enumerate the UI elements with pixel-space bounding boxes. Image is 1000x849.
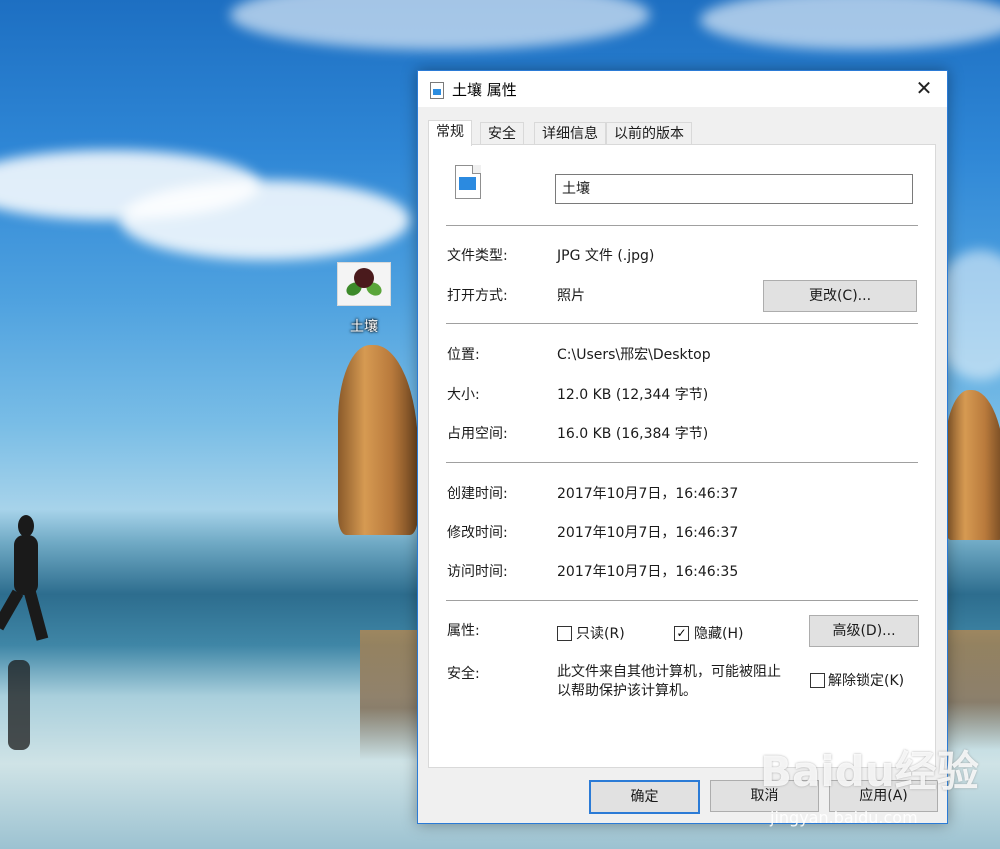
- hidden-checkbox[interactable]: ✓: [674, 626, 689, 641]
- location-label: 位置:: [447, 347, 480, 363]
- runner-reflection: [8, 660, 30, 750]
- rock-formation: [338, 345, 418, 535]
- title-bar[interactable]: 土壤 属性 ✕: [418, 71, 947, 107]
- readonly-label[interactable]: 只读(R): [576, 623, 625, 643]
- general-tab-panel: 土壤 文件类型: JPG 文件 (.jpg) 打开方式: 照片 更改(C)...…: [428, 144, 936, 768]
- security-message-line: 以帮助保护该计算机。: [557, 683, 697, 699]
- desktop-file-icon[interactable]: 土壤: [333, 262, 395, 336]
- accessed-value: 2017年10月7日，16:46:35: [557, 564, 739, 580]
- size-label: 大小:: [447, 387, 480, 403]
- image-thumbnail-icon: [337, 262, 391, 306]
- location-value: C:\Users\邢宏\Desktop: [557, 347, 711, 363]
- opens-with-label: 打开方式:: [447, 288, 508, 304]
- divider: [446, 462, 918, 463]
- unblock-checkbox[interactable]: [810, 673, 825, 688]
- runner-leg: [23, 589, 49, 641]
- tab-details[interactable]: 详细信息: [534, 122, 606, 145]
- divider: [446, 225, 918, 226]
- security-message-line: 此文件来自其他计算机，可能被阻止: [557, 664, 781, 680]
- divider: [446, 323, 918, 324]
- runner-head: [18, 515, 34, 537]
- divider: [446, 600, 918, 601]
- cloud: [230, 0, 650, 50]
- tab-security[interactable]: 安全: [480, 122, 524, 145]
- rock-reflection: [360, 630, 418, 760]
- cloud: [120, 180, 410, 260]
- runner-leg: [0, 589, 24, 631]
- dialog-title: 土壤 属性: [452, 81, 517, 99]
- file-name-input[interactable]: 土壤: [555, 174, 913, 204]
- hidden-label[interactable]: 隐藏(H): [694, 623, 743, 643]
- close-button[interactable]: ✕: [901, 71, 947, 107]
- watermark-url: jingyan.baidu.com: [770, 808, 918, 827]
- size-on-disk-label: 占用空间:: [447, 426, 508, 442]
- opens-with-value: 照片: [557, 288, 585, 304]
- attributes-label: 属性:: [447, 623, 480, 639]
- baidu-watermark-logo: Baidu经验: [760, 747, 979, 796]
- cloud: [700, 0, 1000, 50]
- size-value: 12.0 KB (12,344 字节): [557, 387, 709, 403]
- size-on-disk-value: 16.0 KB (16,384 字节): [557, 426, 709, 442]
- ok-button[interactable]: 确定: [589, 780, 700, 814]
- image-file-icon: [455, 165, 481, 199]
- security-message: 此文件来自其他计算机，可能被阻止 以帮助保护该计算机。: [557, 663, 781, 701]
- advanced-button[interactable]: 高级(D)...: [809, 615, 919, 647]
- file-type-value: JPG 文件 (.jpg): [557, 248, 655, 264]
- security-label: 安全:: [447, 666, 480, 682]
- readonly-checkbox[interactable]: [557, 626, 572, 641]
- file-type-label: 文件类型:: [447, 248, 508, 264]
- runner-body: [14, 535, 38, 595]
- image-file-icon: [430, 82, 444, 99]
- desktop-icon-label: 土壤: [350, 319, 378, 335]
- rock-formation: [945, 390, 1000, 540]
- rock-reflection: [948, 630, 1000, 750]
- created-value: 2017年10月7日，16:46:37: [557, 486, 739, 502]
- modified-value: 2017年10月7日，16:46:37: [557, 525, 739, 541]
- properties-dialog: 土壤 属性 ✕ 常规 安全 详细信息 以前的版本 土壤 文件类型: JPG 文件…: [417, 70, 948, 824]
- tab-previous-versions[interactable]: 以前的版本: [606, 122, 692, 145]
- accessed-label: 访问时间:: [447, 564, 508, 580]
- unblock-label[interactable]: 解除锁定(K): [828, 670, 904, 690]
- modified-label: 修改时间:: [447, 525, 508, 541]
- change-button[interactable]: 更改(C)...: [763, 280, 917, 312]
- created-label: 创建时间:: [447, 486, 508, 502]
- tab-general[interactable]: 常规: [428, 120, 472, 146]
